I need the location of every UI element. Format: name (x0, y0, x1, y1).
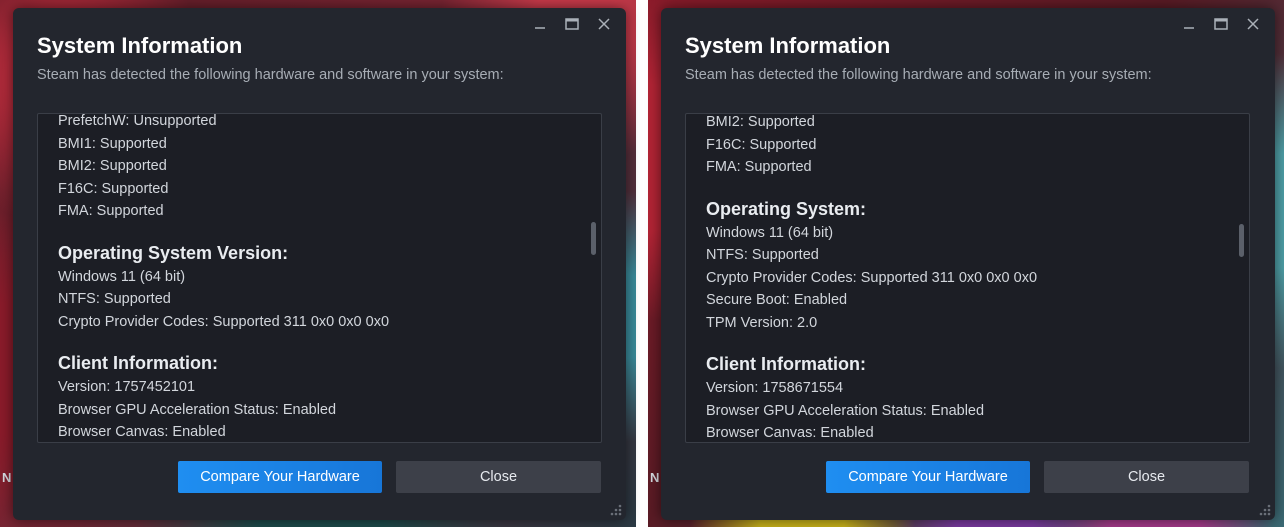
divider (636, 0, 648, 527)
minimize-icon[interactable] (528, 14, 552, 34)
info-line: Windows 11 (64 bit) (706, 224, 834, 241)
system-info-panel[interactable]: BMI2: Supported F16C: Supported FMA: Sup… (685, 113, 1250, 443)
info-line: Browser Canvas: Enabled (706, 425, 874, 441)
window-controls (1177, 14, 1265, 34)
info-line: Version: 1757452101 (58, 379, 196, 395)
section-heading-os: Operating System: (706, 198, 867, 219)
section-heading-client: Client Information: (58, 353, 218, 373)
info-line: Browser GPU Acceleration Status: Enabled (706, 402, 985, 419)
system-info-panel[interactable]: PrefetchW: Unsupported BMI1: Supported B… (37, 113, 602, 443)
info-line: F16C: Supported (58, 180, 169, 197)
resize-grip-icon[interactable] (608, 502, 622, 516)
system-info-scroll-area[interactable]: BMI2: Supported F16C: Supported FMA: Sup… (686, 114, 1235, 442)
close-icon[interactable] (1241, 14, 1265, 34)
info-line: BMI2: Supported (706, 114, 815, 130)
system-info-content: BMI2: Supported F16C: Supported FMA: Sup… (706, 114, 1235, 442)
minimize-icon[interactable] (1177, 14, 1201, 34)
info-line: FMA: Supported (706, 159, 812, 175)
section-heading-os: Operating System Version: (58, 242, 289, 263)
info-line: Secure Boot: Enabled (706, 292, 848, 308)
info-line: BMI1: Supported (58, 135, 167, 152)
info-line: NTFS: Supported (58, 291, 171, 307)
maximize-icon[interactable] (560, 14, 584, 34)
info-line: Browser GPU Acceleration Status: Enabled (58, 401, 337, 418)
compare-hardware-button[interactable]: Compare Your Hardware (826, 461, 1030, 493)
dialog-subtitle: Steam has detected the following hardwar… (685, 67, 1152, 83)
close-icon[interactable] (592, 14, 616, 34)
close-button[interactable]: Close (1044, 461, 1249, 493)
info-line: PrefetchW: Unsupported (58, 114, 217, 129)
background-edge-letter: N (2, 470, 12, 485)
info-line: Crypto Provider Codes: Supported 311 0x0… (706, 269, 1038, 286)
scrollbar-thumb[interactable] (1239, 224, 1244, 257)
background-edge-letter: N (650, 470, 660, 485)
info-line: FMA: Supported (58, 203, 164, 219)
info-line: F16C: Supported (706, 136, 817, 153)
info-line: TPM Version: 2.0 (706, 314, 818, 331)
info-line: BMI2: Supported (58, 158, 167, 174)
info-line: Version: 1758671554 (706, 380, 844, 396)
system-information-dialog: System Information Steam has detected th… (661, 8, 1275, 520)
system-info-scroll-area[interactable]: PrefetchW: Unsupported BMI1: Supported B… (38, 114, 587, 442)
scrollbar-thumb[interactable] (591, 222, 596, 255)
compare-hardware-button[interactable]: Compare Your Hardware (178, 461, 382, 493)
dialog-title: System Information (37, 33, 243, 58)
window-controls (528, 14, 616, 34)
info-line: Browser Canvas: Enabled (58, 424, 226, 440)
dialog-title: System Information (685, 33, 891, 58)
dialog-subtitle: Steam has detected the following hardwar… (37, 67, 504, 83)
close-button[interactable]: Close (396, 461, 601, 493)
info-line: Crypto Provider Codes: Supported 311 0x0… (58, 313, 390, 330)
info-line: NTFS: Supported (706, 247, 819, 263)
system-info-content: PrefetchW: Unsupported BMI1: Supported B… (58, 114, 587, 442)
system-information-dialog: System Information Steam has detected th… (13, 8, 626, 520)
maximize-icon[interactable] (1209, 14, 1233, 34)
info-line: Windows 11 (64 bit) (58, 268, 186, 285)
section-heading-client: Client Information: (706, 354, 866, 374)
resize-grip-icon[interactable] (1257, 502, 1271, 516)
